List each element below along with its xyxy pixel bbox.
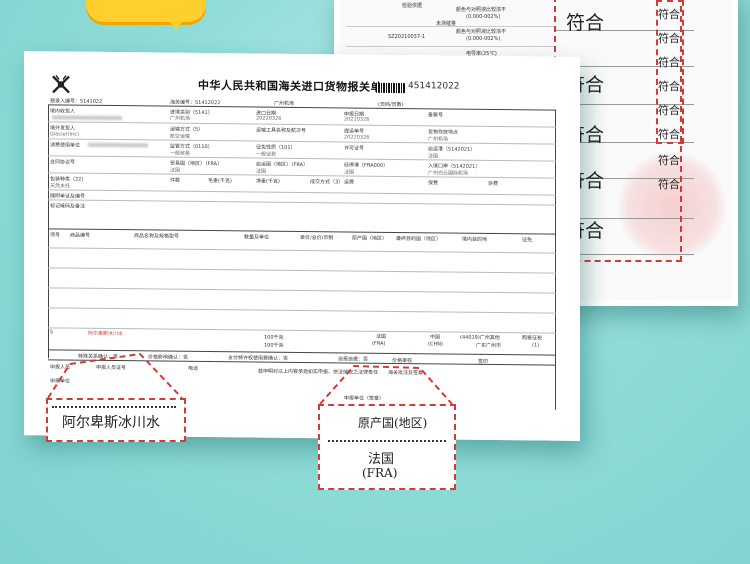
callout-origin-label: 原产国(地区) [358, 416, 428, 430]
callout-product-name: 阿尔卑斯冰川水 [62, 415, 160, 431]
product-name-callout: 阿尔卑斯冰川水 [46, 398, 186, 442]
callout-origin-country: 法国 [368, 452, 395, 467]
origin-country-callout: 原产国(地区) 法国 (FRA) [318, 404, 456, 490]
callout-origin-code: (FRA) [362, 466, 398, 480]
